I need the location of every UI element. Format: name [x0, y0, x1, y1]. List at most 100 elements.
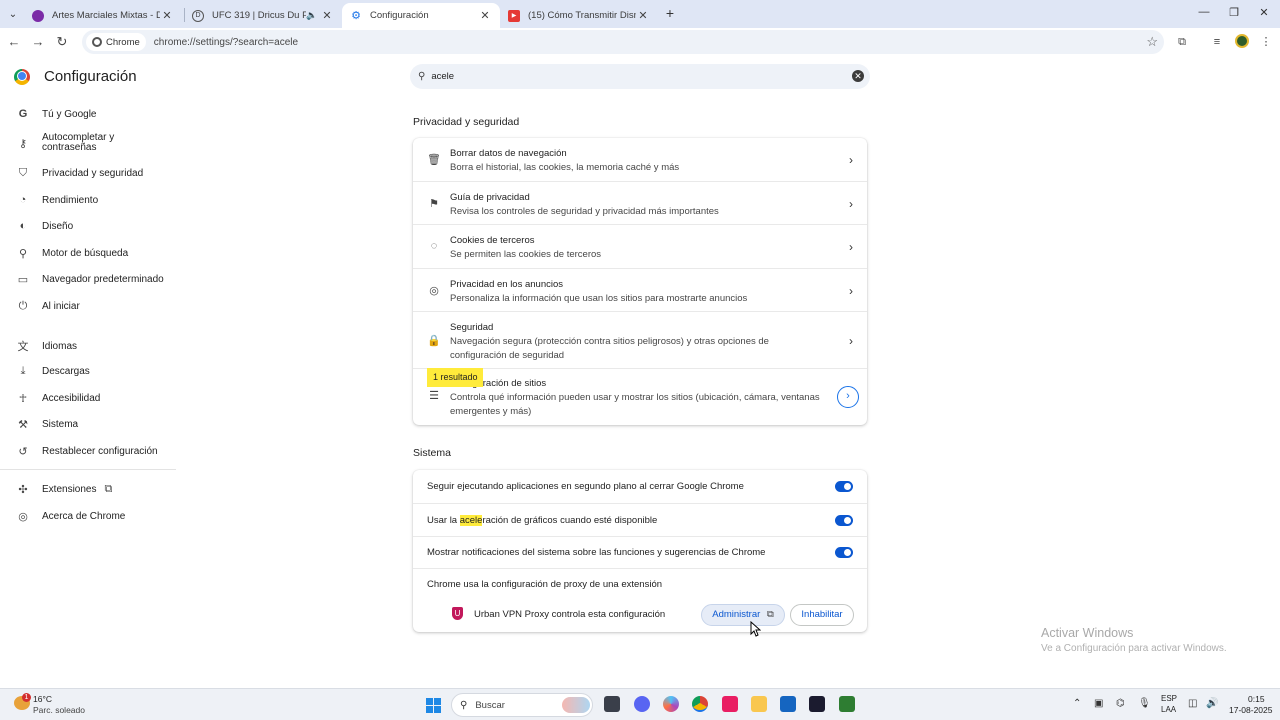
sidebar-item-label: Extensiones — [42, 484, 97, 495]
discord-icon[interactable] — [634, 696, 650, 712]
row-aceleracion-graficos[interactable]: Usar la aceleración de gráficos cuando e… — [413, 503, 867, 536]
gauge-icon: ◔ — [19, 194, 27, 206]
sidebar-item-restablecer[interactable]: ↺ Restablecer configuración — [16, 445, 157, 458]
system-notifications-toggle[interactable] — [835, 547, 853, 558]
row-privacidad-anuncios[interactable]: ◎ Privacidad en los anuncios Personaliza… — [413, 268, 867, 311]
row-title: Seguridad — [450, 322, 494, 333]
sidebar-item-tu-y-google[interactable]: G Tú y Google — [16, 108, 97, 120]
sidebar-item-rendimiento[interactable]: ◔ Rendimiento — [16, 194, 98, 206]
sidebar-item-label: Diseño — [42, 220, 74, 232]
accessibility-icon: ☥ — [18, 393, 28, 405]
tiktok-icon[interactable] — [722, 696, 738, 712]
row-subtitle: Navegación segura (protección contra sit… — [450, 336, 769, 361]
sidebar-item-navegador-predeterminado[interactable]: ▭ Navegador predeterminado — [16, 273, 164, 286]
menu-icon[interactable]: ⋮ — [1258, 34, 1274, 50]
palette-icon: ◐ — [19, 220, 27, 232]
sidebar-item-sistema[interactable]: ⚒ Sistema — [16, 418, 78, 431]
row-seguridad[interactable]: 🔒 Seguridad Navegación segura (protecció… — [413, 311, 867, 368]
row-guia-privacidad[interactable]: ⚑ Guía de privacidad Revisa los controle… — [413, 181, 867, 224]
tab-artes-marciales[interactable]: Artes Marciales Mixtas - Dricus ✕ — [24, 3, 182, 28]
weather-condition[interactable]: Parc. soleado — [33, 705, 85, 715]
download-icon: ⤓ — [20, 365, 26, 377]
clock-date[interactable]: 17-08-2025 — [1229, 705, 1272, 715]
sidebar-item-motor-busqueda[interactable]: ⚲ Motor de búsqueda — [16, 247, 128, 260]
sidebar-item-extensiones[interactable]: ✣ Extensiones ⧉ — [16, 483, 112, 496]
tab-search-button[interactable]: ⌄ — [4, 5, 22, 23]
tab-configuracion[interactable]: ⚙ Configuración ✕ — [342, 3, 500, 28]
disable-button[interactable]: Inhabilitar — [790, 604, 854, 626]
tab-youtube[interactable]: ▶ (15) Cómo Transmitir Disney Plus ✕ — [500, 3, 658, 28]
wifi-icon[interactable]: ◫ — [1188, 698, 1197, 709]
sidebar-item-autocompletar[interactable]: ⚷ Autocompletar y contraseñas — [16, 133, 132, 153]
sidebar-item-privacidad[interactable]: ⛉ Privacidad y seguridad — [16, 167, 143, 180]
chrome-taskbar-icon[interactable] — [692, 696, 708, 712]
sidebar-item-accesibilidad[interactable]: ☥ Accesibilidad — [16, 392, 100, 405]
browser-icon: ▭ — [17, 274, 29, 286]
chevron-right-icon[interactable]: › — [837, 386, 859, 408]
maximize-button[interactable]: ❐ — [1225, 6, 1243, 19]
windows-start-icon[interactable] — [426, 698, 441, 713]
minimize-button[interactable]: — — [1195, 6, 1213, 18]
new-tab-button[interactable]: + — [662, 5, 678, 21]
reload-button[interactable]: ↻ — [54, 34, 70, 50]
windows-activation-subtitle: Ve a Configuración para activar Windows. — [1041, 643, 1227, 654]
temperature[interactable]: 16°C — [33, 694, 52, 704]
forward-button[interactable]: → — [30, 34, 46, 50]
tray-app-icon[interactable]: ▣ — [1094, 698, 1103, 709]
hardware-acceleration-toggle[interactable] — [835, 515, 853, 526]
sidebar-item-label: Al iniciar — [42, 301, 80, 312]
address-bar[interactable]: Chrome chrome://settings/?search=acele ☆ — [82, 30, 1164, 54]
close-window-button[interactable]: ✕ — [1255, 6, 1273, 19]
manage-button[interactable]: Administrar ⧉ — [701, 604, 785, 626]
taskbar: 1 16°C Parc. soleado ⚲ Buscar ⌃ ▣ ⌬ 🎙 ES… — [0, 688, 1280, 720]
taskbar-search-input[interactable]: ⚲ Buscar — [451, 693, 593, 717]
microphone-icon[interactable]: 🎙 — [1138, 698, 1151, 709]
row-segundo-plano[interactable]: Seguir ejecutando aplicaciones en segund… — [413, 470, 867, 503]
clear-search-icon[interactable]: ✕ — [852, 70, 864, 82]
media-app-icon[interactable] — [809, 696, 825, 712]
clock-time[interactable]: 0:15 — [1248, 694, 1265, 704]
chevron-up-icon[interactable]: ⌃ — [1073, 698, 1081, 709]
copilot-icon[interactable] — [663, 696, 679, 712]
network-icon[interactable]: ⌬ — [1116, 698, 1125, 709]
keyboard-layout[interactable]: LAA — [1161, 705, 1176, 714]
site-info-chip[interactable]: Chrome — [86, 33, 146, 51]
close-icon[interactable]: ✕ — [320, 9, 334, 22]
sidebar-item-descargas[interactable]: ⤓ Descargas — [16, 365, 90, 378]
background-apps-toggle[interactable] — [835, 481, 853, 492]
profile-avatar[interactable] — [1235, 34, 1249, 48]
volume-icon[interactable]: 🔊 — [1206, 698, 1218, 709]
windows-activation-title: Activar Windows — [1041, 626, 1134, 640]
site-chip-label: Chrome — [106, 36, 140, 48]
sidebar-item-label: Autocompletar y contraseñas — [42, 132, 115, 153]
speaker-icon[interactable]: 🔈 — [306, 10, 320, 21]
close-icon[interactable]: ✕ — [636, 9, 650, 22]
sidebar-item-acerca-de-chrome[interactable]: ◎ Acerca de Chrome — [16, 510, 125, 523]
media-control-icon[interactable]: ≡ — [1209, 34, 1225, 50]
sidebar-item-idiomas[interactable]: 文 Idiomas — [16, 338, 78, 354]
tab-ufc[interactable]: D UFC 319 | Dricus Du Plessis 🔈 ✕ — [184, 3, 342, 28]
close-icon[interactable]: ✕ — [478, 9, 492, 22]
file-explorer-icon[interactable] — [751, 696, 767, 712]
url-text[interactable]: chrome://settings/?search=acele — [154, 37, 298, 48]
search-query[interactable]: acele — [431, 71, 454, 82]
chevron-right-icon: › — [849, 197, 853, 211]
sidebar-item-label: Tú y Google — [42, 108, 97, 120]
task-view-icon[interactable] — [604, 696, 620, 712]
sidebar-item-label: Acerca de Chrome — [42, 511, 126, 522]
language-code[interactable]: ESP — [1161, 694, 1177, 703]
close-icon[interactable]: ✕ — [160, 9, 174, 22]
row-notificaciones[interactable]: Mostrar notificaciones del sistema sobre… — [413, 536, 867, 568]
store-icon[interactable] — [780, 696, 796, 712]
row-borrar-datos[interactable]: 🗑 Borrar datos de navegación Borra el hi… — [413, 138, 867, 181]
bookmark-star-icon[interactable]: ☆ — [1146, 34, 1158, 50]
extensions-icon[interactable]: ⧉ — [1174, 34, 1190, 50]
back-button[interactable]: ← — [6, 34, 22, 50]
settings-search-input[interactable]: ⚲ acele ✕ — [410, 64, 870, 89]
sidebar-item-diseno[interactable]: ◐ Diseño — [16, 220, 73, 232]
tab-title: (15) Cómo Transmitir Disney Plus — [528, 10, 636, 21]
sidebar-item-al-iniciar[interactable]: ⏻ Al iniciar — [16, 300, 80, 313]
chevron-right-icon: › — [849, 334, 853, 348]
app-icon[interactable] — [839, 696, 855, 712]
row-cookies-terceros[interactable]: ◌ Cookies de terceros Se permiten las co… — [413, 224, 867, 268]
